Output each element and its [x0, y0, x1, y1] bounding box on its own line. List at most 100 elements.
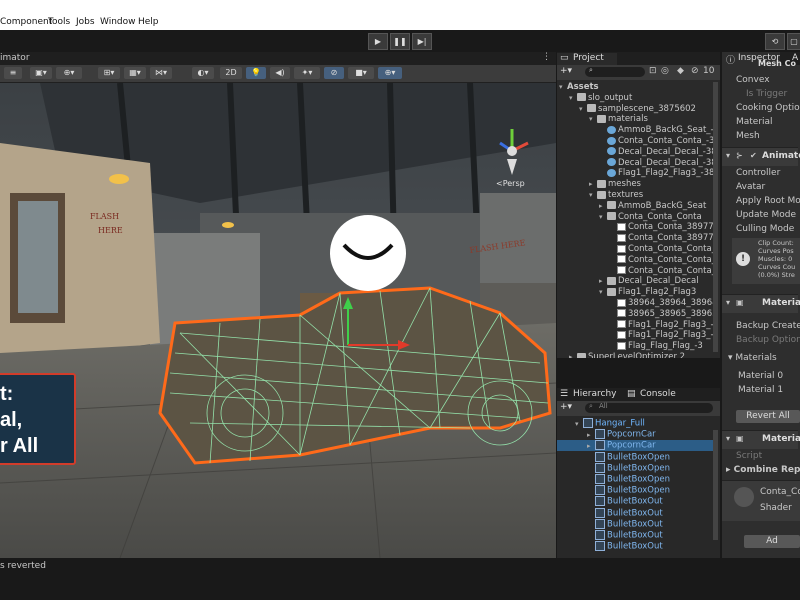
project-tree-item[interactable]: AmmoB_BackG_Seat_-3	[599, 125, 717, 136]
project-tree-item[interactable]: Conta_Conta_Conta_	[609, 255, 716, 266]
expand-right-icon[interactable]: ▸	[599, 276, 607, 287]
menu-help[interactable]: Help	[138, 17, 159, 27]
project-tree-item[interactable]: Flag1_Flag2_Flag3_-3	[609, 320, 717, 331]
draw-mode-icon[interactable]: ▣▾	[30, 67, 52, 79]
project-tree-item[interactable]: ▸ AmmoB_BackG_Seat	[599, 201, 706, 212]
project-tree-item[interactable]: ▸ SuperLevelOptimizer 2	[569, 352, 685, 358]
scene-viewport[interactable]: FLASH HERE FLASH HERE <Persp t: al, r Al…	[0, 83, 556, 558]
play-button[interactable]: ▶	[368, 33, 388, 50]
snap-increment-icon[interactable]: ⋈▾	[150, 67, 172, 79]
project-tree-item[interactable]: ▾ materials	[589, 114, 648, 125]
expand-down-icon[interactable]: ▾	[589, 114, 597, 125]
project-tab[interactable]: Project	[573, 53, 604, 63]
hierarchy-item[interactable]: BulletBoxOpen	[557, 451, 713, 463]
hierarchy-item[interactable]: BulletBoxOut	[557, 507, 713, 519]
history-button[interactable]: ⟲	[765, 33, 785, 50]
menu-window[interactable]: Window	[100, 17, 136, 27]
expand-down-icon[interactable]: ▾	[569, 93, 577, 104]
hand-tool-icon[interactable]: ≡	[4, 67, 22, 79]
materials-foldout[interactable]: ▾ Materials	[728, 352, 777, 365]
enabled-checkbox[interactable]: ✔	[750, 151, 757, 160]
project-tree-item[interactable]: Conta_Conta_38977_	[609, 233, 717, 244]
menu-jobs[interactable]: Jobs	[76, 17, 95, 27]
project-tree-item[interactable]: ▾ Conta_Conta_Conta	[599, 212, 702, 223]
expand-down-icon[interactable]: ▾	[575, 419, 583, 430]
project-tree-item[interactable]: Conta_Conta_Conta_	[609, 266, 716, 277]
hierarchy-item[interactable]: BulletBoxOut	[557, 518, 713, 530]
global-icon[interactable]: ⊕▾	[56, 67, 82, 79]
project-tree-item[interactable]: Flag_Flag_Flag_-3	[609, 341, 703, 352]
hierarchy-scrollbar[interactable]	[713, 430, 718, 540]
visibility-icon[interactable]: ⊘	[691, 66, 699, 76]
animator-component-header[interactable]: ▾ ⊱ ✔ Animator	[722, 147, 800, 166]
project-tree-item[interactable]: ▾ samplescene_3875602	[579, 104, 696, 115]
expand-down-icon[interactable]: ▾	[559, 82, 567, 93]
project-tree-item[interactable]: Decal_Decal_Decal_-38	[599, 158, 717, 169]
project-tree-item[interactable]: Conta_Conta_38977_	[609, 222, 717, 233]
hierarchy-tab[interactable]: Hierarchy	[573, 389, 617, 399]
combine-report-foldout[interactable]: ▸ Combine Repor	[726, 464, 800, 477]
project-tree-item[interactable]: Flag1_Flag2_Flag3_-38	[599, 168, 714, 179]
effects-icon[interactable]: ✦▾	[294, 67, 320, 79]
hierarchy-item[interactable]: ▸ PopcornCar	[557, 440, 713, 452]
search-filter-icon[interactable]: ⊡	[649, 66, 657, 76]
expand-down-icon[interactable]: ▾	[579, 104, 587, 115]
grid-snap-icon[interactable]: ⊞▾	[98, 67, 120, 79]
material-combine-header[interactable]: ▾ ▣ Material	[722, 430, 800, 449]
expand-down-icon[interactable]: ▾	[599, 287, 607, 298]
hierarchy-item[interactable]: ▾ Hangar_Full	[557, 418, 713, 429]
persp-label[interactable]: <Persp	[496, 179, 525, 188]
hierarchy-item[interactable]: BulletBoxOpen	[557, 485, 713, 496]
hierarchy-item[interactable]: BulletBoxOpen	[557, 474, 713, 485]
project-tree-item[interactable]: Flag1_Flag2_Flag3_-3	[609, 330, 717, 341]
more-icon[interactable]: ⋮	[542, 52, 551, 62]
animator-tab[interactable]: imator	[0, 53, 30, 63]
add-component-button[interactable]: Ad	[744, 535, 800, 548]
material-backup-header[interactable]: ▾ ▣ Materia	[722, 294, 800, 313]
expand-down-icon[interactable]: ▾	[589, 190, 597, 201]
expand-right-icon[interactable]: ▸	[569, 352, 577, 358]
audio-icon[interactable]: ◀)	[270, 67, 290, 79]
console-tab[interactable]: Console	[640, 389, 676, 399]
add-object-icon[interactable]: +▾	[560, 402, 572, 412]
project-tree-item[interactable]: ▸ meshes	[589, 179, 641, 190]
project-tree-item[interactable]: ▾ textures	[589, 190, 643, 201]
hierarchy-item[interactable]: BulletBoxOut	[557, 530, 713, 541]
mesh-collider-header[interactable]: Mesh Co	[758, 59, 796, 68]
gizmos-icon[interactable]: ⊕▾	[378, 67, 402, 79]
menu-component[interactable]: Component	[0, 17, 52, 27]
project-scrollbar[interactable]	[713, 82, 718, 352]
expand-right-icon[interactable]: ▸	[599, 201, 607, 212]
project-tree-item[interactable]: ▾ slo_output	[569, 93, 632, 104]
add-asset-icon[interactable]: +▾	[560, 66, 572, 76]
project-tree-item[interactable]: ▾ Flag1_Flag2_Flag3	[599, 287, 696, 298]
project-tree-item[interactable]: Conta_Conta_Conta_-3	[599, 136, 714, 147]
hierarchy-item[interactable]: BulletBoxOut	[557, 541, 713, 552]
expand-right-icon[interactable]: ▸	[587, 430, 595, 441]
project-tree-item[interactable]: ▸ Decal_Decal_Decal	[599, 276, 699, 287]
project-search-input[interactable]: ⌕	[585, 66, 645, 77]
menu-tools[interactable]: Tools	[48, 17, 70, 27]
expand-right-icon[interactable]: ▸	[589, 179, 597, 190]
type-filter-icon[interactable]: ◎	[661, 66, 669, 76]
project-tree-item[interactable]: Conta_Conta_Conta_	[609, 244, 716, 255]
lighting-icon[interactable]: 💡	[246, 67, 266, 79]
project-tree-item[interactable]: 38964_38964_38964	[609, 298, 717, 309]
camera-icon[interactable]: ■▾	[348, 67, 374, 79]
toggle-2d-button[interactable]: 2D	[220, 67, 242, 79]
hierarchy-item[interactable]: BulletBoxOut	[557, 496, 713, 507]
shading-mode-icon[interactable]: ◐▾	[192, 67, 214, 79]
project-tree-item[interactable]: Decal_Decal_Decal_-38	[599, 147, 717, 158]
hierarchy-item[interactable]: BulletBoxOpen	[557, 462, 713, 474]
expand-down-icon[interactable]: ▾	[599, 212, 607, 223]
grid-icon[interactable]: ▦▾	[124, 67, 146, 79]
pause-button[interactable]: ❚❚	[390, 33, 410, 50]
layers-button[interactable]: ▢	[787, 33, 800, 50]
revert-all-button[interactable]: Revert All	[736, 410, 800, 423]
project-tree-item[interactable]: ▾ Assets	[559, 82, 599, 93]
step-button[interactable]: ▶|	[412, 33, 432, 50]
hierarchy-item[interactable]: ▸ PopcornCar	[557, 429, 713, 440]
label-filter-icon[interactable]: ◆	[677, 66, 684, 76]
project-tree-item[interactable]: 38965_38965_38965	[609, 309, 717, 320]
hierarchy-search-input[interactable]: ⌕ All	[585, 402, 713, 413]
